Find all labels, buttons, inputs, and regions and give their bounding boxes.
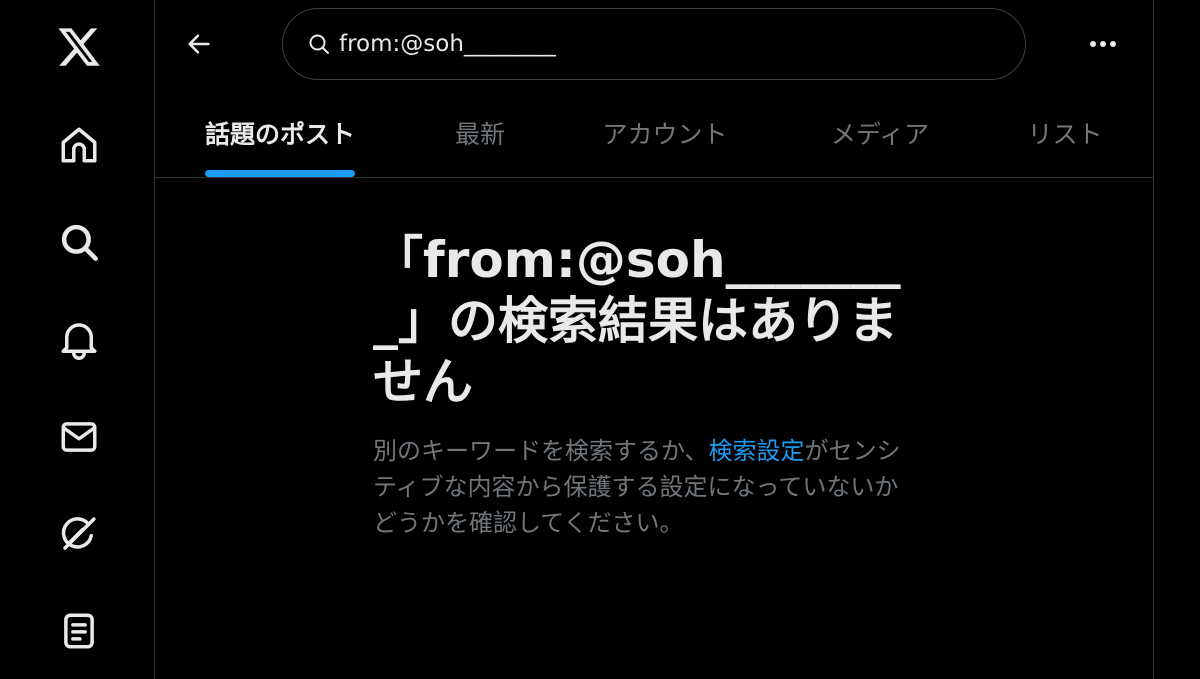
tab-label: メディア [830, 119, 930, 149]
list-icon[interactable] [48, 600, 110, 662]
search-icon [307, 32, 331, 56]
empty-state-description: 別のキーワードを検索するか、検索設定がセンシティブな内容から保護する設定になって… [373, 433, 913, 541]
tab-label: アカウント [602, 119, 728, 149]
more-horizontal-icon [1090, 41, 1116, 47]
tab-indicator [205, 170, 355, 177]
search-input[interactable] [339, 24, 999, 64]
more-button[interactable] [1080, 24, 1126, 64]
arrow-left-icon [188, 34, 210, 54]
mail-icon[interactable] [48, 406, 110, 468]
tab-top[interactable]: 話題のポスト [205, 88, 355, 177]
empty-state-title: 「from:@soh________」の検索結果はありません [373, 231, 901, 411]
tab-media[interactable]: メディア [815, 88, 945, 177]
grok-icon[interactable] [48, 503, 110, 565]
app-root: 話題のポスト 最新 アカウント メディア リスト 「from:@soh_____… [0, 0, 1200, 679]
empty-state: 「from:@soh________」の検索結果はありません 別のキーワードを検… [373, 230, 913, 541]
tab-label: 話題のポスト [205, 119, 356, 149]
tab-latest[interactable]: 最新 [425, 88, 535, 177]
tab-accounts[interactable]: アカウント [585, 88, 745, 177]
back-button[interactable] [179, 24, 219, 64]
sidebar-nav [0, 0, 155, 679]
search-tabs: 話題のポスト 最新 アカウント メディア リスト [155, 88, 1153, 178]
main-column: 話題のポスト 最新 アカウント メディア リスト 「from:@soh_____… [155, 0, 1154, 679]
tab-lists[interactable]: リスト [1015, 88, 1115, 177]
tab-label: リスト [1027, 119, 1103, 149]
bell-icon[interactable] [48, 308, 110, 370]
tab-label: 最新 [454, 119, 505, 149]
empty-desc-text: 別のキーワードを検索するか、 [373, 437, 709, 465]
search-settings-link[interactable]: 検索設定 [709, 437, 805, 465]
search-nav-icon[interactable] [48, 211, 110, 273]
search-box[interactable] [282, 8, 1026, 80]
x-logo-icon[interactable] [48, 16, 110, 78]
home-icon[interactable] [48, 114, 110, 176]
